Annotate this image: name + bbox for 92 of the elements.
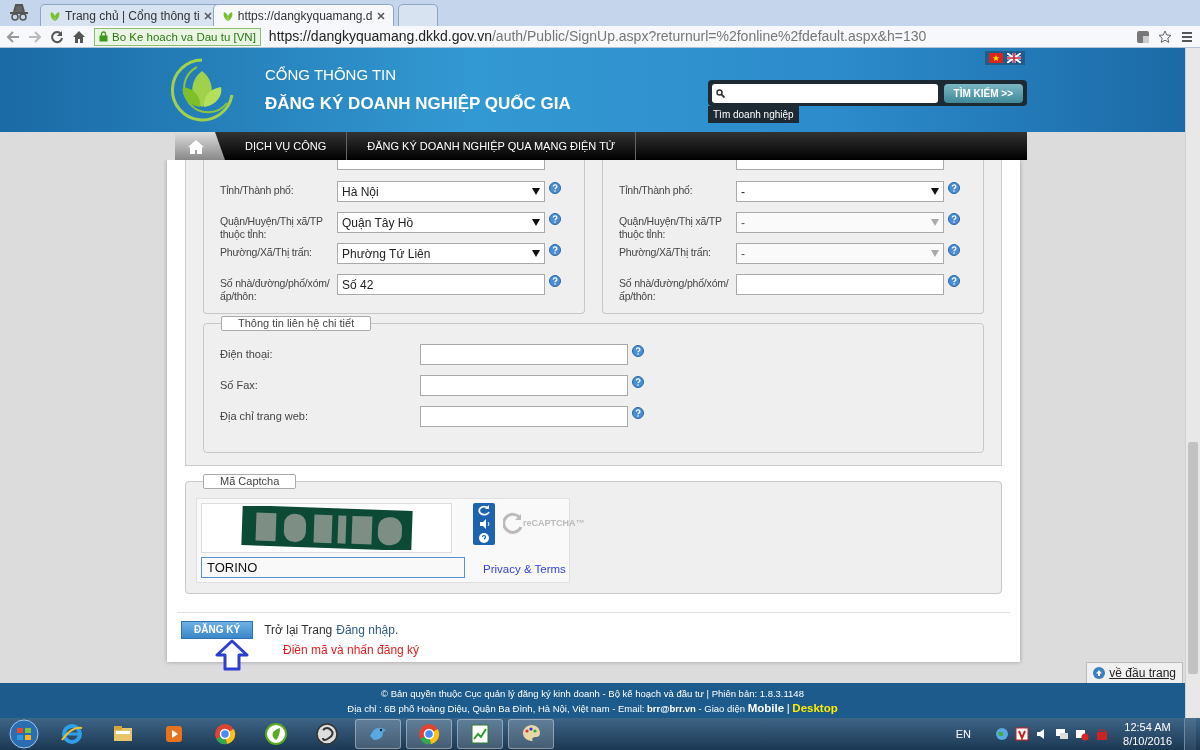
site-identity-badge[interactable]: Bo Ke hoach va Dau tu [VN] [94,27,261,46]
select-field[interactable]: - [736,181,944,202]
star-icon[interactable] [1158,29,1172,44]
mobile-link[interactable]: Mobile [747,702,785,714]
browser-tab[interactable]: https://dangkyquamang.d [212,4,394,26]
text-field[interactable] [420,375,628,396]
site-name: Bo Ke hoach va Dau tu [VN] [112,29,256,45]
search-field[interactable] [712,83,938,103]
search-icon [716,88,725,98]
translate-icon[interactable] [1136,29,1150,44]
home-tab[interactable] [175,132,225,160]
globe-icon [315,722,339,746]
separator: | [786,702,790,714]
privacy-link[interactable]: Privacy & Terms [483,560,585,578]
browser-icon [60,722,84,746]
recaptcha-logo-text: reCAPTCHA™ [523,517,585,531]
tooltip: Tìm doanh nghiệp [708,106,799,123]
language-indicator[interactable]: EN [955,725,972,743]
globe-icon[interactable] [995,727,1010,741]
captcha-input[interactable]: TORINO [201,557,465,578]
field-label: Quận/Huyện/Thị xã/TP thuộc tỉnh: [619,214,723,241]
close-icon[interactable] [376,11,385,20]
field-label: Tỉnh/Thành phố: [619,183,694,197]
field-label: Quận/Huyện/Thị xã/TP thuộc tỉnh: [220,214,324,241]
section-legend: Thông tin liên hệ chi tiết [221,316,372,331]
address-text: Địa chỉ : 6B phố Hoàng Diệu, Quận Ba Đình, Hà Nội, Việt nam - Email: brr@brr.vn - Giao diện [347,703,745,714]
help-icon [549,244,561,256]
chrome-icon [213,722,237,746]
home-icon[interactable] [72,29,86,44]
back-text: Trở lại Trang [264,622,333,639]
recaptcha-icon [503,511,523,537]
network-icon[interactable] [1055,727,1070,741]
leaf-icon [221,9,234,22]
text-field[interactable] [736,274,944,295]
text-field[interactable] [736,160,944,170]
help-icon [948,244,960,256]
taskbar-button[interactable] [406,719,452,749]
incognito-icon [8,3,30,21]
select-field[interactable]: Hà Nội [337,181,545,202]
scroll-thumb[interactable] [1188,442,1198,674]
help-icon [632,376,644,388]
text-field[interactable]: Số 42 [337,274,545,295]
help-icon [948,182,960,194]
portal-subtitle: CỔNG THÔNG TIN [265,65,398,85]
tab-title: https://dangkyquamang.d [237,7,373,25]
up-arrow-icon [1093,667,1106,679]
help-icon [948,275,960,287]
help-icon [948,213,960,225]
portal-title: ĐĂNG KÝ DOANH NGHIỆP QUỐC GIA [265,92,571,115]
field-label: Địa chỉ trang web: [220,409,310,424]
text-field[interactable] [337,160,545,170]
tab-title: Trang chủ | Cổng thông ti [65,7,200,25]
flag-icon[interactable] [1007,53,1021,63]
help-icon [549,275,561,287]
text-field[interactable] [420,344,628,365]
help-icon [632,345,644,357]
leaf-icon [264,722,288,746]
copyright-text: © Bản quyền thuộc Cục quản lý đăng ký kinh doanh - Bộ kế hoạch và đầu tư | Phiên bản: 1.8.3.1148 [380,687,805,701]
back-to-top-link[interactable]: về đầu trang [1086,662,1183,683]
reload-icon[interactable] [50,29,64,44]
hint-text: Điền mã và nhấn đăng ký [283,642,420,659]
desktop-link[interactable]: Desktop [792,702,838,714]
help-icon [632,407,644,419]
field-label: Tỉnh/Thành phố: [220,183,295,197]
select-field[interactable]: Quận Tây Hồ [337,212,545,233]
help-icon [549,213,561,225]
chart-icon [468,722,492,746]
select-field[interactable]: Phường Tứ Liên [337,243,545,264]
field-label: Số Fax: [220,378,259,393]
menu-icon[interactable] [1180,30,1194,43]
field-label: Số nhà/đường/phố/xóm/ấp/thôn: [619,276,730,303]
leaf-icon [49,9,61,22]
url-path: /auth/Public/SignUp.aspx?returnurl=%2fonline%2fdefault.aspx&h=130 [491,27,927,46]
clock[interactable]: 12:54 AM 8/10/2016 [1123,720,1172,748]
login-link[interactable]: Đăng nhập. [336,621,399,639]
field-label: Điện thoại: [220,347,274,362]
url-host: https://dangkyquamang.dkkd.gov.vn [268,27,492,46]
lock-icon [99,31,108,42]
home-icon [187,138,205,154]
field-label: Số nhà/đường/phố/xóm/ấp/thôn: [220,276,331,303]
address-field[interactable]: https://dangkyquamang.dkkd.gov.vn/auth/Public/SignUp.aspx?returnurl=%2fonline%2fdefault.aspx&h=130 [268,26,1128,47]
chrome-icon [417,722,441,746]
text-field[interactable] [420,406,628,427]
back-icon[interactable] [6,30,20,43]
close-icon[interactable] [203,11,212,20]
field-label: Phường/Xã/Thị trấn: [619,245,712,259]
help-icon [549,182,561,194]
field-label: Phường/Xã/Thị trấn: [220,245,313,259]
taskbar-button[interactable] [457,719,503,749]
show-desktop-button[interactable] [1184,718,1196,750]
scrollbar[interactable] [1185,48,1200,718]
section-legend: Mã Captcha [203,474,297,489]
